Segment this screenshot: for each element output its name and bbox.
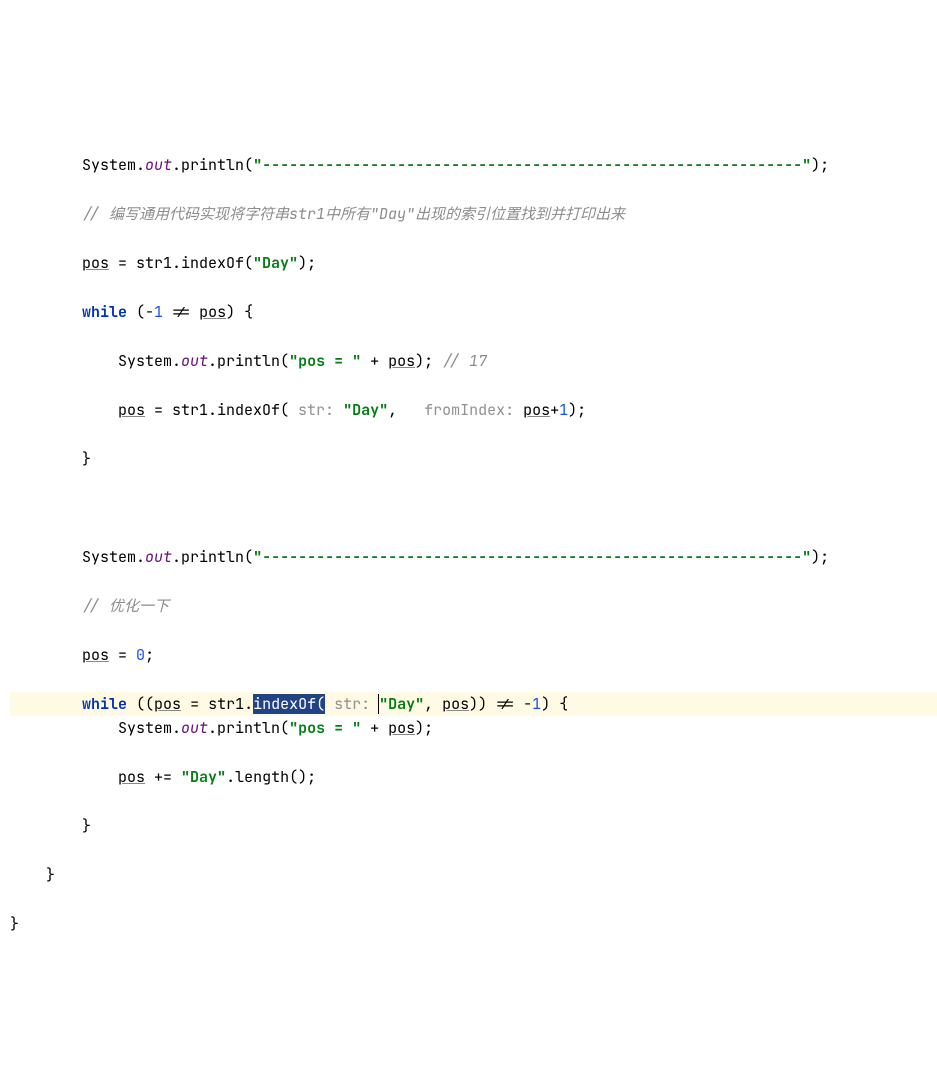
code-line: pos += "Day".length();: [10, 765, 937, 790]
code-line: // 编写通用代码实现将字符串str1中所有"Day"出现的索引位置找到并打印出…: [10, 202, 937, 227]
code-line: }: [10, 447, 937, 472]
code-line: pos = str1.indexOf("Day");: [10, 251, 937, 276]
code-line-highlighted: while ((pos = str1.indexOf( str: "Day", …: [10, 692, 937, 717]
code-line: pos = str1.indexOf( str: "Day", fromInde…: [10, 398, 937, 423]
code-line: [10, 496, 937, 521]
code-line: pos = 0;: [10, 643, 937, 668]
code-line: System.out.println("pos = " + pos); // 1…: [10, 349, 937, 374]
code-line: }: [10, 863, 937, 888]
code-line: while (-1 != pos) {: [10, 300, 937, 325]
code-line: }: [10, 814, 937, 839]
text-selection: indexOf(: [253, 694, 325, 714]
code-line: System.out.println("--------------------…: [10, 153, 937, 178]
code-line: System.out.println("pos = " + pos);: [10, 716, 937, 741]
code-line: }: [10, 912, 937, 937]
code-editor[interactable]: System.out.println("--------------------…: [10, 128, 937, 961]
code-line: // 优化一下: [10, 594, 937, 619]
code-line: System.out.println("--------------------…: [10, 545, 937, 570]
